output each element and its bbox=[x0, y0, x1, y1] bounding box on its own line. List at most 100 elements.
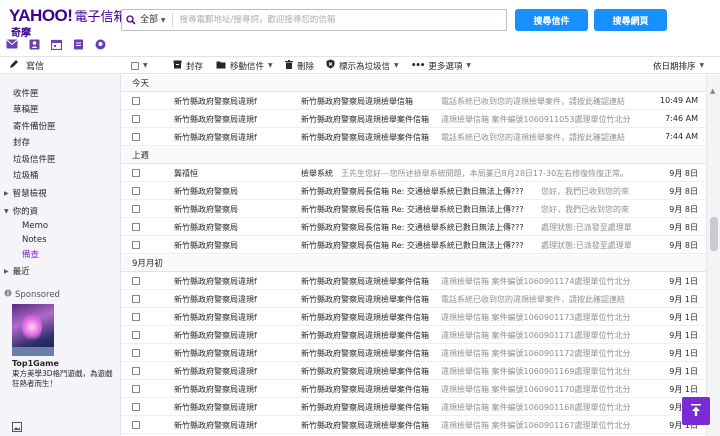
chevron-right-icon: ▶ bbox=[4, 267, 9, 275]
message-row[interactable]: 新竹縣政府警察局違規f 新竹縣政府警察局違規檢舉案件信箱 違規檢舉信箱 案件編號… bbox=[121, 398, 706, 416]
row-checkbox[interactable] bbox=[132, 403, 140, 411]
more-options-button[interactable]: ••• 更多選項 ▼ bbox=[411, 57, 471, 74]
scroll-thumb[interactable] bbox=[710, 217, 718, 251]
row-checkbox[interactable] bbox=[132, 331, 140, 339]
folder-icon bbox=[216, 60, 226, 72]
search-input[interactable] bbox=[172, 15, 506, 25]
message-row[interactable]: 新竹縣政府警察局違規f 新竹縣政府警察局違規檢舉案件信箱 電話系統已收到您的違規… bbox=[121, 128, 706, 146]
search-scope-select[interactable]: 全部 ▼ bbox=[140, 13, 173, 27]
contacts-icon[interactable] bbox=[28, 38, 40, 50]
my-folders-toggle[interactable]: ▼ 你的資 bbox=[4, 205, 38, 217]
more-label: 更多選項 bbox=[428, 61, 463, 72]
chevron-down-icon: ▼ bbox=[160, 17, 166, 24]
message-sender: 新竹縣政府警察局 bbox=[174, 241, 238, 250]
chevron-down-icon: ▼ bbox=[268, 62, 273, 69]
messenger-icon[interactable] bbox=[94, 38, 106, 50]
message-row[interactable]: 新竹縣政府警察局違規f 新竹縣政府警察局違規檢舉案件信箱 違規檢舉信箱 案件編號… bbox=[121, 362, 706, 380]
row-checkbox[interactable] bbox=[132, 367, 140, 375]
message-date: 9月 1日 bbox=[669, 385, 698, 394]
message-sender: 新竹縣政府警察局違規f bbox=[174, 403, 257, 412]
search-web-button[interactable]: 搜尋網頁 bbox=[594, 9, 667, 31]
row-checkbox[interactable] bbox=[132, 349, 140, 357]
compose-button[interactable]: 寫信 bbox=[0, 57, 121, 74]
row-checkbox[interactable] bbox=[132, 421, 140, 429]
ad-text[interactable]: 東方美學3D格鬥遊戲，為遊戲狂熱者而生！ bbox=[12, 369, 116, 389]
message-date: 9月 8日 bbox=[669, 241, 698, 250]
folder-trash[interactable]: 垃圾桶 bbox=[13, 169, 39, 181]
row-checkbox[interactable] bbox=[132, 295, 140, 303]
back-to-top-button[interactable] bbox=[682, 397, 710, 425]
row-checkbox[interactable] bbox=[132, 313, 140, 321]
row-checkbox[interactable] bbox=[132, 277, 140, 285]
sort-button[interactable]: 依日期排序 ▼ bbox=[653, 57, 704, 74]
message-preview: 您好，我們已收到您的來 bbox=[541, 187, 629, 196]
yahoo-logo[interactable]: YAHOO! 電子信箱 奇摩 bbox=[9, 6, 126, 39]
message-row[interactable]: 新竹縣政府警察局違規f 新竹縣政府警察局違規檢舉信箱 電話系統已收到您的違規檢舉… bbox=[121, 92, 706, 110]
message-preview: 違規檢舉信箱 案件編號1060901170處理單位竹北分局 bbox=[441, 385, 631, 394]
ad-image-band bbox=[12, 347, 54, 356]
search-mail-button[interactable]: 搜尋信件 bbox=[515, 9, 588, 31]
move-button[interactable]: 移動信件 ▼ bbox=[216, 57, 273, 74]
folder-notes[interactable]: Notes bbox=[22, 235, 47, 245]
message-date: 9月 8日 bbox=[669, 205, 698, 214]
recent-toggle[interactable]: ▶ 最近 bbox=[4, 265, 30, 277]
folder-inbox[interactable]: 收件匣 bbox=[13, 87, 39, 99]
ad-title[interactable]: Top1Game bbox=[12, 359, 59, 368]
message-row[interactable]: 新竹縣政府警察局違規f 新竹縣政府警察局違規檢舉案件信箱 電話系統已收到您的違規… bbox=[121, 290, 706, 308]
list-scrollbar[interactable]: ▲ bbox=[706, 75, 720, 436]
message-row[interactable]: 新竹縣政府警察局 新竹縣政府警察局長信箱 Re: 交通檢舉系統已數日無法上傳??… bbox=[121, 200, 706, 218]
message-subject: 新竹縣政府警察局違規檢舉信箱 bbox=[301, 97, 413, 106]
image-icon[interactable] bbox=[12, 422, 22, 435]
message-sender: 新竹縣政府警察局 bbox=[174, 223, 238, 232]
folder-drafts[interactable]: 草稿匣 bbox=[13, 103, 39, 115]
row-checkbox[interactable] bbox=[132, 241, 140, 249]
row-checkbox[interactable] bbox=[132, 115, 140, 123]
scroll-up-icon[interactable]: ▲ bbox=[710, 87, 715, 95]
message-row[interactable]: 新竹縣政府警察局違規f 新竹縣政府警察局違規檢舉案件信箱 違規檢舉信箱 案件編號… bbox=[121, 272, 706, 290]
message-row[interactable]: 新竹縣政府警察局違規f 新竹縣政府警察局違規檢舉案件信箱 違規檢舉信箱 案件編號… bbox=[121, 344, 706, 362]
message-subject: 新竹縣政府警察局違規檢舉案件信箱 bbox=[301, 295, 429, 304]
message-subject: 新竹縣政府警察局長信箱 Re: 交通檢舉系統已數日無法上傳??? bbox=[301, 187, 524, 196]
message-row[interactable]: 新竹縣政府警察局違規f 新竹縣政府警察局違規檢舉案件信箱 違規檢舉信箱 案件編號… bbox=[121, 326, 706, 344]
message-row[interactable]: 新竹縣政府警察局違規f 新竹縣政府警察局違規檢舉案件信箱 違規檢舉信箱 案件編號… bbox=[121, 380, 706, 398]
select-all-checkbox[interactable]: ▼ bbox=[131, 57, 148, 74]
folder-sent[interactable]: 寄件備份匣 bbox=[13, 120, 56, 132]
message-subject: 新竹縣政府警察局違規檢舉案件信箱 bbox=[301, 331, 429, 340]
mail-icon[interactable] bbox=[6, 38, 18, 50]
folder-archive[interactable]: 封存 bbox=[13, 136, 30, 148]
message-date: 7:44 AM bbox=[665, 132, 698, 141]
sort-label: 依日期排序 bbox=[653, 61, 696, 72]
ad-image[interactable] bbox=[12, 304, 54, 356]
delete-button[interactable]: 刪除 bbox=[285, 57, 314, 74]
archive-button[interactable]: 封存 bbox=[173, 57, 203, 74]
message-sender: 新竹縣政府警察局違規f bbox=[174, 421, 257, 430]
row-checkbox[interactable] bbox=[132, 97, 140, 105]
message-row[interactable]: 新竹縣政府警察局違規f 新竹縣政府警察局違規檢舉案件信箱 違規檢舉信箱 案件編號… bbox=[121, 110, 706, 128]
message-date: 9月 1日 bbox=[669, 295, 698, 304]
spam-button[interactable]: 標示為垃圾信 ▼ bbox=[326, 57, 399, 74]
message-row[interactable]: 龔禧恒 檢舉系統 王先生您好---您所述檢舉系統問題，本局業已8月28日17-3… bbox=[121, 164, 706, 182]
row-checkbox[interactable] bbox=[132, 133, 140, 141]
archive-icon bbox=[173, 60, 182, 72]
row-checkbox[interactable] bbox=[132, 169, 140, 177]
message-row[interactable]: 新竹縣政府警察局違規f 新竹縣政府警察局違規檢舉案件信箱 違規檢舉信箱 案件編號… bbox=[121, 416, 706, 434]
info-icon bbox=[4, 289, 12, 300]
message-row[interactable]: 新竹縣政府警察局 新竹縣政府警察局長信箱 Re: 交通檢舉系統已數日無法上傳??… bbox=[121, 218, 706, 236]
message-row[interactable]: 新竹縣政府警察局 新竹縣政府警察局長信箱 Re: 交通檢舉系統已數日無法上傳??… bbox=[121, 182, 706, 200]
row-checkbox[interactable] bbox=[132, 187, 140, 195]
message-row[interactable]: 新竹縣政府警察局違規f 新竹縣政府警察局違規檢舉案件信箱 違規檢舉信箱 案件編號… bbox=[121, 308, 706, 326]
folder-memo[interactable]: Memo bbox=[22, 221, 48, 231]
message-preview: 違規檢舉信箱 案件編號1060901174處理單位竹北分局 bbox=[441, 277, 631, 286]
row-checkbox[interactable] bbox=[132, 205, 140, 213]
smart-views-toggle[interactable]: ▶ 智慧檢視 bbox=[4, 187, 47, 199]
row-checkbox[interactable] bbox=[132, 223, 140, 231]
folder-reference[interactable]: 備查 bbox=[22, 248, 39, 260]
message-date: 9月 1日 bbox=[669, 367, 698, 376]
folder-spam[interactable]: 垃圾信件匣 bbox=[13, 153, 56, 165]
message-row[interactable]: 新竹縣政府警察局 新竹縣政府警察局長信箱 Re: 交通檢舉系統已數日無法上傳??… bbox=[121, 236, 706, 254]
message-preview: 違規檢舉信箱 案件編號1060901169處理單位竹北分局 bbox=[441, 367, 631, 376]
calendar-icon[interactable] bbox=[50, 38, 62, 50]
notepad-icon[interactable] bbox=[72, 38, 84, 50]
row-checkbox[interactable] bbox=[132, 385, 140, 393]
logo-cn: 奇摩 bbox=[11, 28, 31, 39]
